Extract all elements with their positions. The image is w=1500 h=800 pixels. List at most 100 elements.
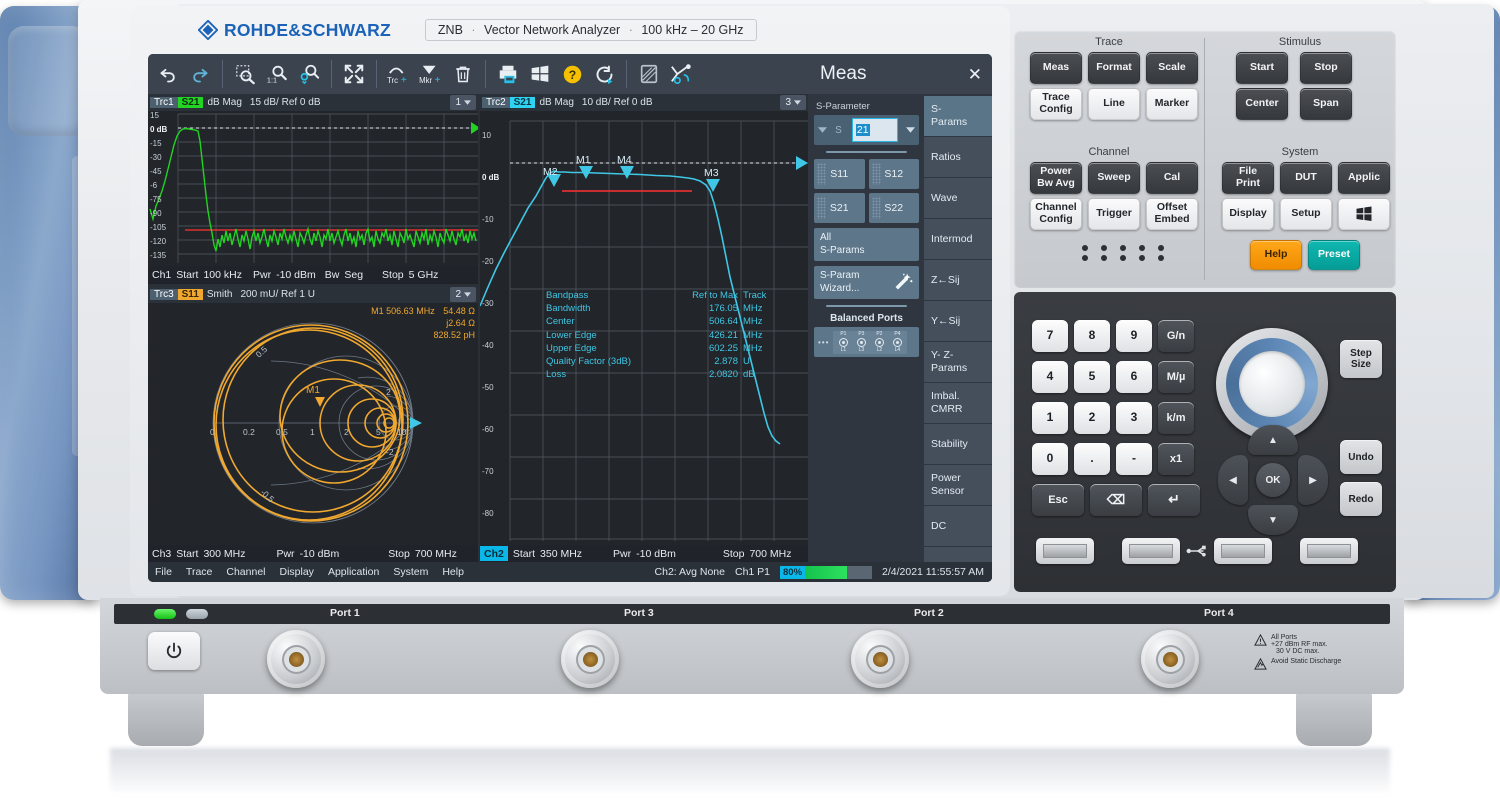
menu-item-s-params[interactable]: S-Params	[924, 96, 992, 137]
port-connector-1[interactable]	[267, 630, 325, 688]
menu-item-yz-params[interactable]: Y- Z-Params	[924, 342, 992, 383]
sparam-button-s22[interactable]: S22	[869, 193, 920, 223]
key-cal[interactable]: Cal	[1146, 162, 1198, 194]
ch1-start-value[interactable]: 100 kHz	[203, 269, 242, 281]
trace1-window-select[interactable]: 1	[450, 95, 476, 110]
trace2-plot[interactable]: M1 M2 M3 M4 10 0 dB -10 -20 -30 -40 -50	[480, 111, 808, 545]
ch1-stop-value[interactable]: 5 GHz	[409, 269, 439, 281]
trace3-smith-plot[interactable]: 0 0.2 0.5 1 2 5 10 0.5 -0.5 2 -2	[148, 303, 478, 545]
zoom-config-icon[interactable]	[293, 58, 325, 90]
menu-item-ratios[interactable]: Ratios	[924, 137, 992, 178]
all-sparams-button[interactable]: All S-Params	[814, 228, 919, 261]
sparam-wizard-button[interactable]: S-Param Wizard...	[814, 266, 919, 299]
trace3-sparam[interactable]: S11	[178, 289, 203, 300]
nav-up-icon[interactable]: ▲	[1248, 425, 1298, 455]
key-power-bw-avg[interactable]: Power Bw Avg	[1030, 162, 1082, 194]
key-meas[interactable]: Meas	[1030, 52, 1082, 84]
usb-port-4[interactable]	[1300, 538, 1358, 564]
key-file-print[interactable]: File Print	[1222, 162, 1274, 194]
key-1[interactable]: 1	[1032, 402, 1068, 434]
delete-icon[interactable]	[447, 58, 479, 90]
help-icon[interactable]: ?	[556, 58, 588, 90]
usb-port-3[interactable]	[1214, 538, 1272, 564]
key-center[interactable]: Center	[1236, 88, 1288, 120]
power-button[interactable]	[148, 632, 200, 670]
key-line[interactable]: Line	[1088, 88, 1140, 120]
nav-ok-button[interactable]: OK	[1256, 463, 1290, 497]
backspace-key[interactable]: ⌫	[1090, 484, 1142, 516]
key-start[interactable]: Start	[1236, 52, 1288, 84]
key-0[interactable]: 0	[1032, 443, 1068, 475]
ch2-start-value[interactable]: 350 MHz	[540, 548, 582, 560]
s-parameter-field[interactable]: S 21	[814, 115, 919, 145]
key-preset[interactable]: Preset	[1308, 240, 1360, 270]
key-4[interactable]: 4	[1032, 361, 1068, 393]
zoom-select-icon[interactable]	[229, 58, 261, 90]
ch2-stop-value[interactable]: 700 MHz	[749, 548, 791, 560]
screenshot-icon[interactable]	[633, 58, 665, 90]
refresh-icon[interactable]	[588, 58, 620, 90]
menu-display[interactable]: Display	[273, 566, 321, 578]
expand-icon[interactable]	[338, 58, 370, 90]
key-6[interactable]: 6	[1116, 361, 1152, 393]
ch2-pwr-value[interactable]: -10 dBm	[636, 548, 676, 560]
esc-key[interactable]: Esc	[1032, 484, 1084, 516]
key-span[interactable]: Span	[1300, 88, 1352, 120]
key-decimal[interactable]: .	[1074, 443, 1110, 475]
key-offset-embed[interactable]: Offset Embed	[1146, 198, 1198, 230]
key-x1[interactable]: x1	[1158, 443, 1194, 475]
port-connector-2[interactable]	[851, 630, 909, 688]
menu-item-y-sij[interactable]: Y←Sij	[924, 301, 992, 342]
display-screen[interactable]: 1:1 Trc+	[148, 54, 992, 582]
ch2-label[interactable]: Ch2	[480, 546, 508, 561]
menu-channel[interactable]: Channel	[219, 566, 272, 578]
ch3-stop-value[interactable]: 700 MHz	[415, 548, 457, 560]
key-stop[interactable]: Stop	[1300, 52, 1352, 84]
menu-item-z-sij[interactable]: Z←Sij	[924, 260, 992, 301]
undo-icon[interactable]	[152, 58, 184, 90]
key-minus[interactable]: -	[1116, 443, 1152, 475]
key-5[interactable]: 5	[1074, 361, 1110, 393]
calibration-icon[interactable]	[665, 58, 697, 90]
balanced-ports-widget[interactable]: ••• P1 L1 P3 L3	[814, 327, 919, 357]
trace1-sparam[interactable]: S21	[178, 97, 204, 108]
key-2[interactable]: 2	[1074, 402, 1110, 434]
sparam-button-s11[interactable]: S11	[814, 159, 865, 189]
key-display[interactable]: Display	[1222, 198, 1274, 230]
trace2-window-select[interactable]: 3	[780, 95, 806, 110]
ch1-pwr-value[interactable]: -10 dBm	[276, 269, 316, 281]
key-3[interactable]: 3	[1116, 402, 1152, 434]
menu-help[interactable]: Help	[435, 566, 471, 578]
redo-icon[interactable]	[184, 58, 216, 90]
ch3-start-value[interactable]: 300 MHz	[203, 548, 245, 560]
diagram-trace2[interactable]: Trc2 S21 dB Mag 10 dB/ Ref 0 dB 3	[480, 94, 808, 562]
ch3-pwr-value[interactable]: -10 dBm	[300, 548, 340, 560]
key-8[interactable]: 8	[1074, 320, 1110, 352]
key-trigger[interactable]: Trigger	[1088, 198, 1140, 230]
key-9[interactable]: 9	[1116, 320, 1152, 352]
zoom-1to1-icon[interactable]: 1:1	[261, 58, 293, 90]
trace2-name[interactable]: Trc2	[482, 97, 510, 108]
port-connector-4[interactable]	[1141, 630, 1199, 688]
key-sweep[interactable]: Sweep	[1088, 162, 1140, 194]
enter-key[interactable]: ↵	[1148, 484, 1200, 516]
windows-icon[interactable]	[524, 58, 556, 90]
trace1-plot[interactable]: 15 0 dB -15 -30 -45 -6 -75 -90 -105 -120…	[148, 111, 478, 266]
key-kilo-milli[interactable]: k/m	[1158, 402, 1194, 434]
nav-down-icon[interactable]: ▼	[1248, 505, 1298, 535]
ch1-bw[interactable]: Bw	[325, 269, 340, 281]
sparam-button-s21[interactable]: S21	[814, 193, 865, 223]
menu-item-dc[interactable]: DC	[924, 506, 992, 547]
port-connector-3[interactable]	[561, 630, 619, 688]
menu-application[interactable]: Application	[321, 566, 386, 578]
close-icon[interactable]: ✕	[968, 66, 982, 83]
diagram-trace1[interactable]: Trc1 S21 dB Mag 15 dB/ Ref 0 dB 1	[148, 94, 478, 284]
key-marker[interactable]: Marker	[1146, 88, 1198, 120]
add-marker-icon[interactable]: Mkr+	[415, 58, 447, 90]
print-icon[interactable]	[492, 58, 524, 90]
add-trace-icon[interactable]: Trc+	[383, 58, 415, 90]
key-7[interactable]: 7	[1032, 320, 1068, 352]
chevron-down-icon[interactable]	[906, 127, 915, 133]
key-mega-micro[interactable]: M/µ	[1158, 361, 1194, 393]
usb-port-2[interactable]	[1122, 538, 1180, 564]
